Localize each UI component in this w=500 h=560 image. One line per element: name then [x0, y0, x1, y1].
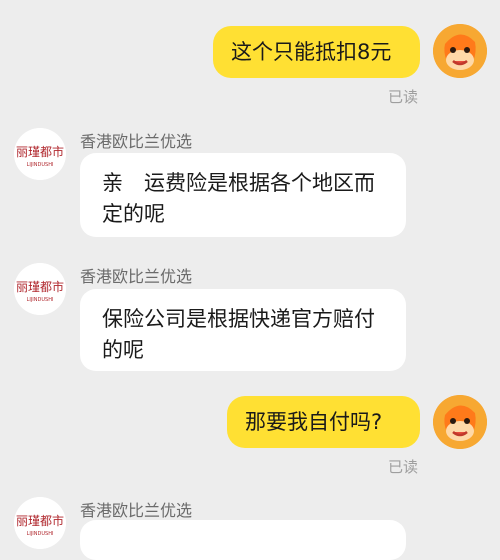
mascot-avatar-icon	[433, 24, 487, 78]
mascot-avatar-icon	[433, 395, 487, 449]
shop-avatar[interactable]: 丽瑾都市 LIJINDUSHI	[14, 497, 66, 549]
message-text: 那要我自付吗?	[245, 410, 383, 434]
my-avatar[interactable]	[433, 395, 487, 449]
message-text: 这个只能抵扣8元	[231, 40, 392, 64]
partial-read-status	[380, 0, 420, 2]
message-text: 保险公司是根据快递官方赔付的呢	[102, 307, 375, 362]
svg-text:LIJINDUSHI: LIJINDUSHI	[27, 297, 54, 303]
shop-logo-icon: 丽瑾都市 LIJINDUSHI	[14, 128, 66, 180]
svg-text:丽瑾都市: 丽瑾都市	[16, 513, 64, 528]
my-message-bubble[interactable]: 这个只能抵扣8元	[213, 26, 420, 78]
shop-logo-icon: 丽瑾都市 LIJINDUSHI	[14, 263, 66, 315]
read-status: 已读	[388, 458, 419, 476]
read-status: 已读	[388, 88, 419, 106]
shop-avatar[interactable]: 丽瑾都市 LIJINDUSHI	[14, 263, 66, 315]
svg-text:丽瑾都市: 丽瑾都市	[16, 144, 64, 159]
shop-avatar[interactable]: 丽瑾都市 LIJINDUSHI	[14, 128, 66, 180]
sender-name: 香港欧比兰优选	[80, 132, 193, 151]
my-message-bubble[interactable]: 那要我自付吗?	[227, 396, 420, 448]
my-avatar[interactable]	[433, 24, 487, 78]
svg-text:丽瑾都市: 丽瑾都市	[16, 279, 64, 294]
their-message-bubble[interactable]: 亲 运费险是根据各个地区而定的呢	[80, 153, 406, 237]
message-text: 亲 运费险是根据各个地区而定的呢	[102, 171, 375, 226]
sender-name: 香港欧比兰优选	[80, 267, 193, 286]
sender-name: 香港欧比兰优选	[80, 501, 193, 520]
their-message-bubble[interactable]	[80, 520, 406, 560]
shop-logo-icon: 丽瑾都市 LIJINDUSHI	[14, 497, 66, 549]
their-message-bubble[interactable]: 保险公司是根据快递官方赔付的呢	[80, 289, 406, 371]
svg-text:LIJINDUSHI: LIJINDUSHI	[27, 162, 54, 168]
